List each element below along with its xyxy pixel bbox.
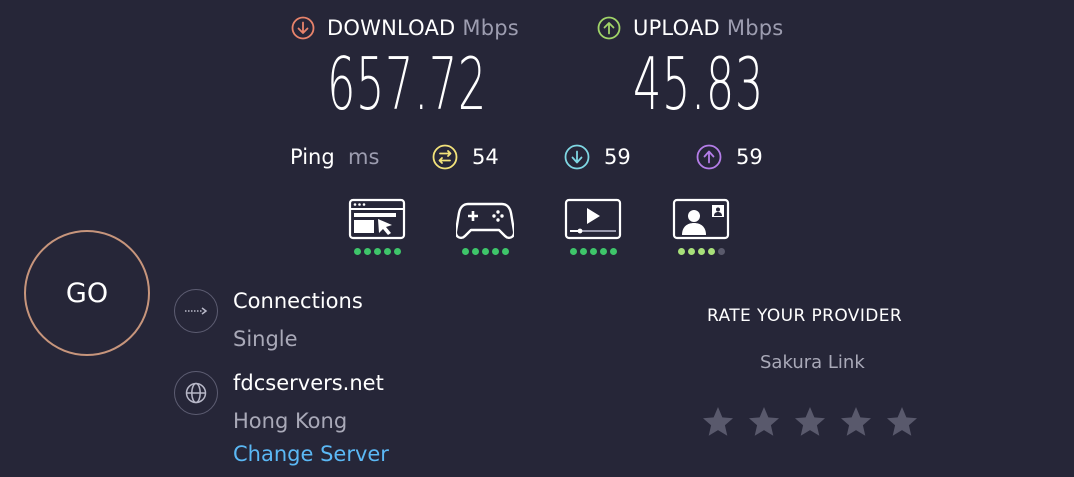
provider-name: Sakura Link bbox=[760, 352, 865, 373]
arrow-down-circle-icon bbox=[291, 16, 315, 40]
download-ping: 59 bbox=[564, 144, 631, 170]
rating-stars bbox=[700, 404, 920, 440]
download-header: DOWNLOAD Mbps bbox=[291, 16, 519, 40]
experience-video-chat[interactable] bbox=[671, 198, 731, 255]
experience-video-streaming[interactable] bbox=[563, 198, 623, 255]
star-icon[interactable] bbox=[884, 404, 920, 440]
ping-unit: ms bbox=[348, 145, 380, 169]
browser-cursor-icon bbox=[348, 198, 406, 240]
upload-ping-value: 59 bbox=[736, 145, 763, 169]
star-icon[interactable] bbox=[700, 404, 736, 440]
star-icon[interactable] bbox=[838, 404, 874, 440]
globe-icon bbox=[185, 382, 207, 404]
download-unit: Mbps bbox=[462, 16, 519, 40]
connections-arrow-icon bbox=[185, 307, 208, 315]
upload-ping-icon bbox=[696, 144, 722, 170]
ping-label: Ping bbox=[290, 145, 335, 169]
download-ping-icon bbox=[564, 144, 590, 170]
rating-dots bbox=[677, 248, 725, 255]
upload-ping: 59 bbox=[696, 144, 763, 170]
experience-web-browsing[interactable] bbox=[347, 198, 407, 255]
star-icon[interactable] bbox=[792, 404, 828, 440]
video-chat-icon bbox=[672, 198, 730, 240]
idle-ping-value: 54 bbox=[472, 145, 499, 169]
idle-ping: 54 bbox=[432, 144, 499, 170]
change-server-link[interactable]: Change Server bbox=[233, 442, 389, 466]
upload-label: UPLOAD bbox=[633, 16, 720, 40]
video-player-icon bbox=[564, 198, 622, 240]
experience-gaming[interactable] bbox=[455, 198, 515, 255]
download-ping-value: 59 bbox=[604, 145, 631, 169]
idle-ping-icon bbox=[432, 144, 458, 170]
rate-provider-title: RATE YOUR PROVIDER bbox=[707, 306, 903, 326]
go-button[interactable]: GO bbox=[24, 230, 150, 356]
upload-header: UPLOAD Mbps bbox=[597, 16, 783, 40]
connections-title: Connections bbox=[233, 289, 363, 313]
server-name: fdcservers.net bbox=[233, 371, 384, 395]
rating-dots bbox=[461, 248, 509, 255]
download-label: DOWNLOAD bbox=[327, 16, 456, 40]
download-value: 657.72 bbox=[327, 42, 487, 126]
upload-value: 45.83 bbox=[633, 42, 764, 126]
gamepad-icon bbox=[456, 202, 514, 239]
rating-dots bbox=[353, 248, 401, 255]
connections-value[interactable]: Single bbox=[233, 327, 298, 351]
server-icon-circle bbox=[174, 371, 218, 415]
go-label: GO bbox=[65, 277, 109, 309]
upload-unit: Mbps bbox=[726, 16, 784, 40]
arrow-up-circle-icon bbox=[597, 16, 621, 40]
star-icon[interactable] bbox=[746, 404, 782, 440]
rating-dots bbox=[569, 248, 617, 255]
connections-icon-circle[interactable] bbox=[174, 289, 218, 333]
server-location: Hong Kong bbox=[233, 409, 348, 433]
